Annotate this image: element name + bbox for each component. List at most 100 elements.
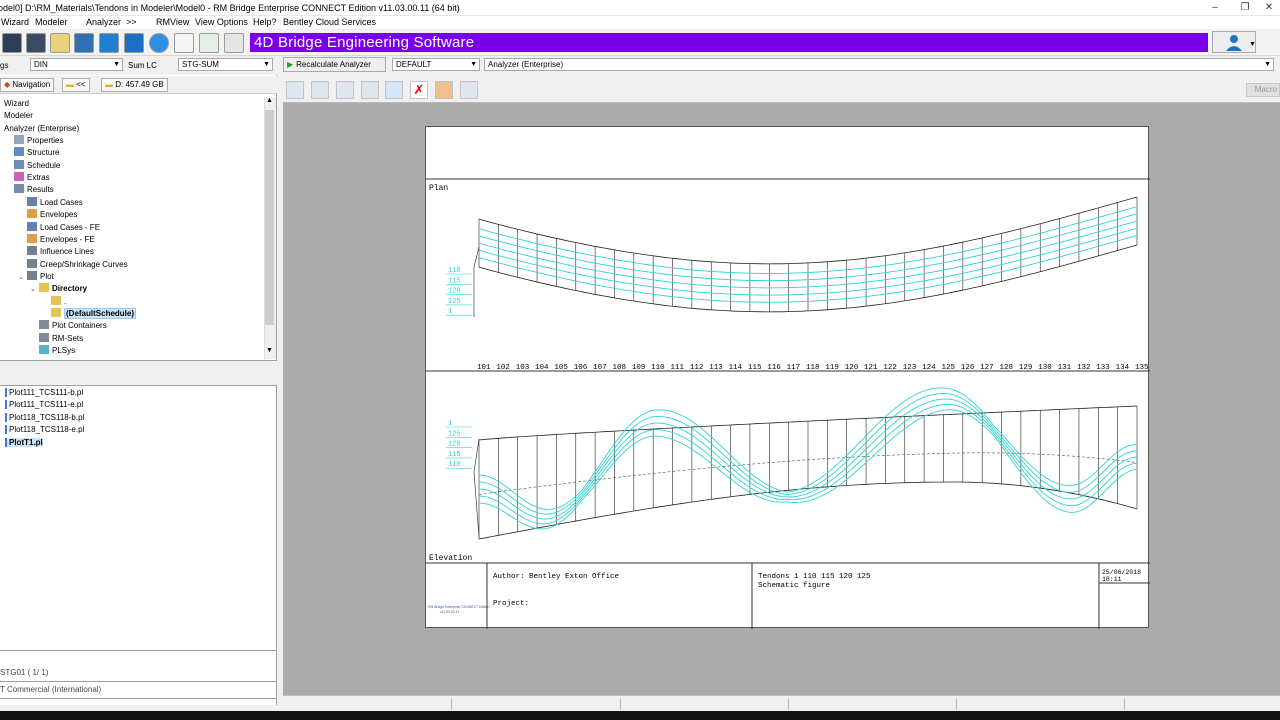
tree-item-label: Envelopes [40,210,78,220]
open-folder-icon[interactable] [50,33,70,53]
tree-item[interactable]: Influence Lines [18,246,94,258]
ort-icon[interactable] [99,33,119,53]
divider [0,698,277,699]
tree-item[interactable]: Wizard [4,98,29,110]
tree-item[interactable]: ⌄ Directory [30,283,87,295]
scroll-up-icon[interactable]: ▲ [266,97,273,104]
station-label: 135 [1135,364,1149,372]
help-icon[interactable] [149,33,169,53]
list-icon[interactable] [199,33,219,53]
tree-item[interactable]: ⌄ Plot [18,270,54,284]
sum-lc-select[interactable]: STG-SUM ▼ [178,58,273,71]
status-divider [956,698,957,710]
status-bar [283,695,1280,711]
title-bar: odel0] D:\RM_Materials\Tendons in Modele… [0,0,1280,16]
close-button[interactable]: ✕ [1254,0,1280,16]
edit-icon[interactable] [311,81,329,99]
delete-icon[interactable]: ✗ [410,81,428,99]
norm-select[interactable]: DIN ▼ [30,58,123,71]
tree-item[interactable]: Load Cases - FE [18,221,100,234]
menu-analyzer[interactable]: Analyzer [86,17,121,27]
station-label: 113 [709,364,723,372]
recalculate-analyzer-button[interactable]: ▶ Recalculate Analyzer [283,57,386,72]
tree-item[interactable]: Structure [5,147,59,159]
info-icon[interactable] [385,81,403,99]
minimize-button[interactable]: – [1200,0,1230,16]
tree-node-icon [27,196,37,206]
tree-item[interactable]: Load Cases [18,196,83,209]
disk-space-label: D: 457.49 GB [115,80,164,89]
menu-bar: Wizard Modeler Analyzer >> RMView View O… [0,16,1280,29]
tree-item[interactable]: Plot Containers [30,320,107,332]
plot-file-item[interactable]: Plot111_TCS111-b.pl [5,388,83,397]
tree-item-label: PLSys [52,346,76,355]
tree-item[interactable]: Envelopes - FE [18,233,95,246]
analyzer-select[interactable]: Analyzer (Enterprise) ▼ [484,58,1274,71]
status-divider [788,698,789,710]
plot-file-item[interactable]: Plot118_TCS118-e.pl [5,425,84,435]
station-label: 134 [1116,364,1130,372]
tree-item-label: Plot [40,271,54,281]
navigation-tab[interactable]: ◆ Navigation [0,78,55,92]
station-label: 107 [593,364,607,372]
tree-item[interactable]: Results [5,184,54,196]
tree-item[interactable]: Extras [5,172,50,184]
menu-bentley-cloud[interactable]: Bentley Cloud Services [283,17,376,27]
tree-node-icon [27,258,37,268]
menu-wizard[interactable]: Wizard [1,17,29,27]
menu-help[interactable]: Help? [253,17,277,27]
tree-item[interactable]: Schedule [5,159,60,172]
station-label: 127 [980,364,994,372]
menu-rmview[interactable]: RMView [156,17,189,27]
filter-icon[interactable] [460,81,478,99]
user-account-button[interactable]: ▼ [1212,31,1256,53]
plot-file-item[interactable]: Plot118_TCS118-b.pl [5,412,84,422]
tendons-title: Tendons 1 110 115 120 125 [758,573,871,581]
forward-icon[interactable] [336,81,354,99]
tree-item[interactable]: Analyzer (Enterprise) [4,123,79,135]
tree-item[interactable]: (DefaultSchedule) [42,307,137,320]
expander-icon[interactable]: ⌄ [30,284,39,296]
document-icon[interactable] [174,33,194,53]
save-icon[interactable] [26,33,46,53]
logo-line1: RM Bridge Enterprise CONNECT Edition [428,605,489,609]
disk-space-indicator: ▬ D: 457.49 GB [101,78,168,92]
tree-item[interactable]: Creep/Shrinkage Curves [18,258,128,271]
scroll-down-icon[interactable]: ▼ [266,347,273,354]
station-label: 133 [1096,364,1110,372]
macro-button[interactable]: Macro [1246,83,1280,97]
expander-icon[interactable]: ⌄ [18,272,27,284]
export-icon[interactable] [435,81,453,99]
back-icon[interactable] [286,81,304,99]
tree-item[interactable]: . [42,295,66,308]
navigation-bar: ◆ Navigation ▬ << ▬ D: 457.49 GB [0,76,277,94]
tree-item[interactable]: Properties [5,135,63,147]
divider [0,650,277,651]
scrollbar-thumb[interactable] [265,110,274,325]
tree-item-label: Structure [27,148,60,158]
navigation-tree: Wizard Modeler Analyzer (Enterprise) Proper… [0,97,263,359]
plot-file-item[interactable]: Plot111_TCS111-e.pl [5,400,83,410]
tree-item[interactable]: PLSys [30,345,75,357]
tree-item[interactable]: RM-Sets [30,332,83,345]
menu-modeler[interactable]: Modeler [35,17,68,27]
copy-icon[interactable] [361,81,379,99]
collapse-button[interactable]: ▬ << [62,78,90,92]
default-select[interactable]: DEFAULT ▼ [392,58,480,71]
chevron-down-icon: ▼ [113,61,120,68]
tree-item[interactable]: Envelopes [18,209,77,221]
date-text: 25/06/2018 [1102,569,1141,576]
tree-item-label: Analyzer (Enterprise) [4,123,80,133]
panel-splitter[interactable] [0,361,277,385]
tree-item-label: Envelopes - FE [40,234,95,244]
save-all-icon[interactable] [2,33,22,53]
tree-node-icon [51,307,61,317]
settings-icon[interactable] [74,33,94,53]
menu-more[interactable]: >> [126,17,137,27]
station-label: 129 [1019,364,1033,372]
menu-view-options[interactable]: View Options [195,17,248,27]
graduation-icon[interactable] [224,33,244,53]
plot-file-item[interactable]: PlotT1.pl [5,437,43,447]
tools-icon[interactable] [124,33,144,53]
tree-item[interactable]: Modeler [4,110,33,122]
